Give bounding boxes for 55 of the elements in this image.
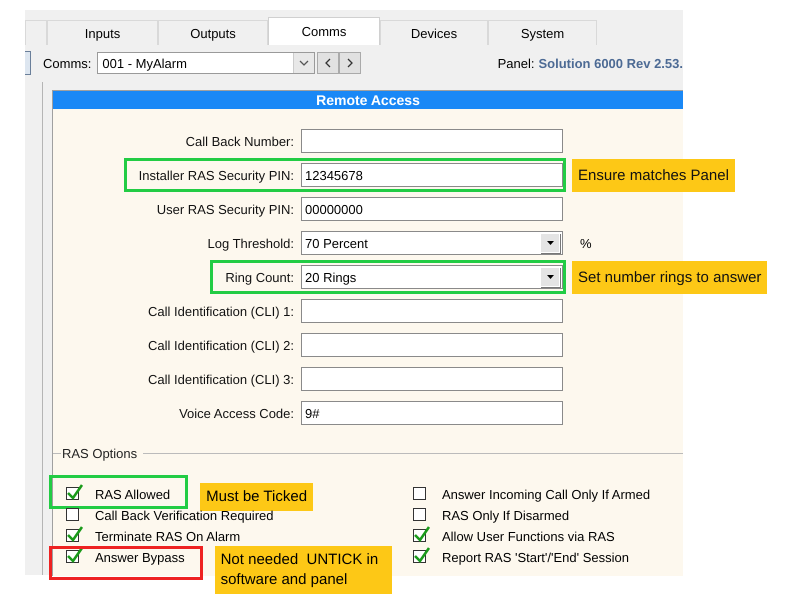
field-label: Call Identification (CLI) 2:	[148, 338, 294, 352]
panel-label: Panel:	[498, 56, 534, 70]
field-label: Call Identification (CLI) 1:	[148, 304, 294, 318]
next-button[interactable]	[339, 52, 362, 74]
section-header: Remote Access	[53, 91, 683, 109]
dropdown-arrow-icon	[546, 241, 554, 245]
unit-label: %	[580, 236, 592, 250]
tab[interactable]: Outputs	[158, 20, 268, 45]
chevron-right-icon	[347, 58, 354, 68]
input-field[interactable]: 12345678	[301, 163, 563, 187]
chevron-down-icon	[299, 60, 310, 66]
checkbox-label: Report RAS 'Start'/'End' Session	[442, 550, 629, 565]
tab[interactable]: Comms	[268, 17, 380, 45]
checkbox-label: Allow User Functions via RAS	[442, 529, 615, 544]
callout-note: Must be Ticked	[200, 483, 314, 511]
input-field[interactable]: 00000000	[301, 197, 563, 221]
dropdown-arrow-icon	[546, 275, 554, 279]
field-label: Call Identification (CLI) 3:	[148, 372, 294, 386]
chevron-left-icon	[325, 58, 332, 68]
tab[interactable]: Inputs	[47, 20, 158, 45]
checkbox[interactable]	[413, 546, 431, 564]
tab[interactable]: Devices	[380, 20, 488, 45]
panel-version: Solution 6000 Rev 2.53.	[538, 56, 683, 70]
field-label: Ring Count:	[225, 270, 294, 284]
input-field[interactable]	[301, 367, 563, 391]
field-label: Installer RAS Security PIN:	[138, 168, 294, 182]
callout-note: Set number rings to answer	[572, 260, 768, 294]
callout-note: Ensure matches Panel	[572, 158, 735, 192]
field-label: User RAS Security PIN:	[156, 202, 294, 216]
checkbox[interactable]	[66, 525, 84, 543]
callout-note: Not needed UNTICK in software and panel	[214, 546, 392, 594]
checkbox-label: RAS Only If Disarmed	[442, 508, 570, 523]
input-field[interactable]	[301, 333, 563, 357]
side-button[interactable]	[25, 51, 31, 75]
tab[interactable]: System	[488, 20, 597, 45]
checkbox[interactable]	[66, 546, 84, 564]
checkbox-label: RAS Allowed	[95, 487, 170, 502]
field-label: Voice Access Code:	[179, 406, 294, 420]
checkbox[interactable]	[413, 525, 431, 543]
input-field[interactable]: 9#	[301, 401, 563, 425]
checkbox-label: Terminate RAS On Alarm	[95, 529, 240, 544]
comms-label: Comms:	[43, 56, 92, 70]
input-field[interactable]	[301, 129, 563, 153]
field-label: Log Threshold:	[208, 236, 294, 250]
previous-button[interactable]	[317, 52, 340, 74]
checkbox[interactable]	[66, 483, 84, 501]
group-title: RAS Options	[62, 446, 138, 460]
dropdown-field[interactable]: 20 Rings	[301, 265, 563, 289]
checkbox-label: Answer Incoming Call Only If Armed	[442, 487, 650, 502]
comms-dropdown[interactable]: 001 - MyAlarm	[97, 52, 316, 74]
checkbox-label: Call Back Verification Required	[95, 508, 274, 523]
dropdown-field[interactable]: 70 Percent	[301, 231, 563, 255]
checkbox-label: Answer Bypass	[95, 550, 185, 565]
input-field[interactable]	[301, 299, 563, 323]
field-label: Call Back Number:	[186, 134, 294, 148]
